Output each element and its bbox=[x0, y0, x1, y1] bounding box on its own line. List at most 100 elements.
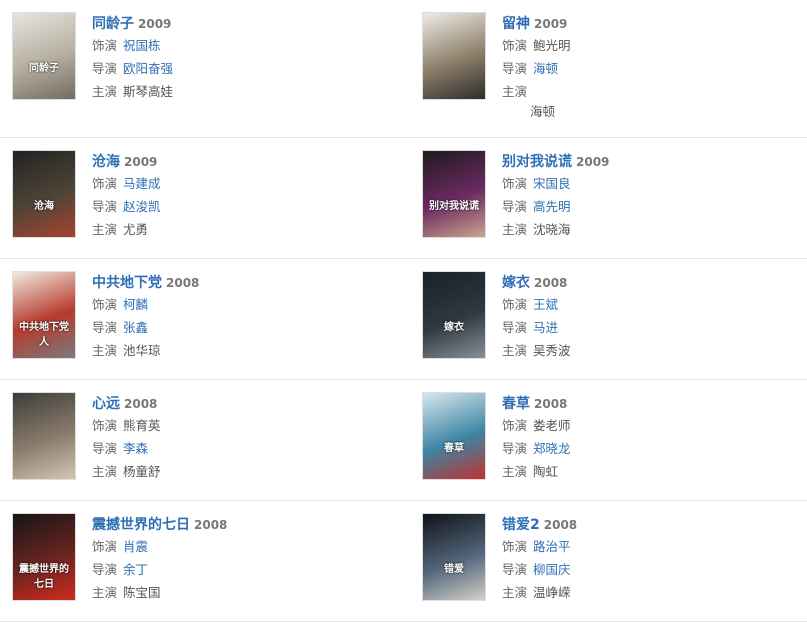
title-line: 沧海 2009 bbox=[92, 150, 392, 172]
drama-title-link[interactable]: 别对我说谎 bbox=[502, 154, 572, 170]
actor-line: 饰演 娄老师 bbox=[502, 414, 802, 437]
poster-title-text: 中共地下党人 bbox=[19, 322, 69, 348]
actor-name[interactable]: 路治平 bbox=[533, 539, 571, 554]
drama-info: 沧海 2009 饰演 马建成导演 赵浚凯主演 尤勇 bbox=[92, 150, 392, 241]
actor-name: 鲍光明 bbox=[533, 38, 571, 53]
lead-label: 主演 bbox=[502, 343, 528, 358]
poster-image[interactable]: 中共地下党人 bbox=[12, 271, 76, 359]
actor-line: 饰演 祝国栋 bbox=[92, 34, 392, 57]
title-line: 震撼世界的七日 2008 bbox=[92, 513, 392, 535]
actor-name[interactable]: 柯麟 bbox=[123, 297, 148, 312]
director-name[interactable]: 马进 bbox=[533, 320, 558, 335]
title-line: 同龄子 2009 bbox=[92, 12, 392, 34]
director-label: 导演 bbox=[92, 199, 118, 214]
drama-info: 错爱2 2008 饰演 路治平 导演 柳国庆 主演 温峥嵘 bbox=[502, 513, 802, 604]
drama-title-link[interactable]: 同龄子 bbox=[92, 16, 134, 32]
lead-line: 主演 池华琼 bbox=[92, 339, 392, 362]
lead-label: 主演 bbox=[502, 585, 528, 600]
actor-name: 熊育英 bbox=[123, 418, 161, 433]
poster-image[interactable]: 别对我说谎 bbox=[422, 150, 486, 238]
director-name[interactable]: 余丁 bbox=[123, 562, 148, 577]
drama-item: 中共地下党人 中共地下党 2008 饰演 柯麟 导演 张鑫 主演 池华琼 bbox=[12, 271, 402, 371]
drama-title-link[interactable]: 春草 bbox=[502, 396, 530, 412]
drama-item: 心远 2008 饰演 熊育英 导演 李森 主演 杨童舒 bbox=[12, 392, 402, 492]
lead-line: 主演 尤勇 bbox=[92, 218, 392, 241]
poster-image[interactable]: 震撼世界的七日 bbox=[12, 513, 76, 601]
drama-info: 春草 2008 饰演 娄老师 导演 郑晓龙 主演 陶虹 bbox=[502, 392, 802, 483]
lead-line: 主演 沈晓海 bbox=[502, 218, 802, 241]
release-year: 2009 bbox=[138, 17, 172, 31]
actor-name[interactable]: 王斌 bbox=[533, 297, 558, 312]
drama-title-link[interactable]: 错爱2 bbox=[502, 517, 540, 533]
release-year: 2009 bbox=[576, 155, 610, 169]
actor-label: 饰演 bbox=[502, 539, 528, 554]
director-line: 导演 柳国庆 bbox=[502, 558, 802, 581]
actor-name[interactable]: 马建成 bbox=[123, 176, 161, 191]
director-label: 导演 bbox=[92, 61, 118, 76]
drama-info: 中共地下党 2008 饰演 柯麟 导演 张鑫 主演 池华琼 bbox=[92, 271, 392, 362]
poster-image[interactable]: 错爱 bbox=[422, 513, 486, 601]
release-year: 2008 bbox=[166, 276, 200, 290]
lead-label: 主演 bbox=[92, 84, 118, 99]
actor-label: 饰演 bbox=[92, 418, 118, 433]
director-line: 导演 余丁 bbox=[92, 558, 392, 581]
director-line: 导演 郑晓龙 bbox=[502, 437, 802, 460]
actor-name: 娄老师 bbox=[533, 418, 571, 433]
poster-image[interactable]: 春草 bbox=[422, 392, 486, 480]
director-name[interactable]: 欧阳奋强 bbox=[123, 61, 173, 76]
release-year: 2008 bbox=[534, 276, 568, 290]
poster-image[interactable]: 嫁衣 bbox=[422, 271, 486, 359]
lead-line: 主演 陶虹 bbox=[502, 460, 802, 483]
drama-title-link[interactable]: 中共地下党 bbox=[92, 275, 162, 291]
list-row: 震撼世界的七日 震撼世界的七日 2008 饰演 肖震 导演 余丁 主演 陈宝国 错爱 错爱2 2008… bbox=[0, 501, 807, 622]
director-line: 导演 张鑫 bbox=[92, 316, 392, 339]
drama-item: 别对我说谎 别对我说谎 2009 饰演 宋国良 导演 高先明 主演 沈晓海 bbox=[422, 150, 807, 250]
lead-name: 池华琼 bbox=[123, 343, 161, 358]
drama-item: 同龄子 同龄子 2009 饰演 祝国栋 导演 欧阳奋强 主演 斯琴高娃 bbox=[12, 12, 402, 112]
drama-title-link[interactable]: 震撼世界的七日 bbox=[92, 517, 190, 533]
director-name[interactable]: 张鑫 bbox=[123, 320, 148, 335]
actor-name[interactable]: 宋国良 bbox=[533, 176, 571, 191]
release-year: 2008 bbox=[194, 518, 228, 532]
drama-item: 震撼世界的七日 震撼世界的七日 2008 饰演 肖震 导演 余丁 主演 陈宝国 bbox=[12, 513, 402, 613]
poster-image[interactable]: 同龄子 bbox=[12, 12, 76, 100]
drama-title-link[interactable]: 留神 bbox=[502, 16, 530, 32]
director-name[interactable]: 海顿 bbox=[533, 61, 558, 76]
list-row: 心远 2008 饰演 熊育英 导演 李森 主演 杨童舒 春草 春草 2008 饰演 娄老师 导演 郑晓龙 主演… bbox=[0, 380, 807, 501]
poster-image[interactable] bbox=[12, 392, 76, 480]
release-year: 2008 bbox=[124, 397, 158, 411]
drama-title-link[interactable]: 沧海 bbox=[92, 154, 120, 170]
lead-name: 温峥嵘 bbox=[533, 585, 571, 600]
director-name[interactable]: 柳国庆 bbox=[533, 562, 571, 577]
release-year: 2009 bbox=[124, 155, 158, 169]
director-name[interactable]: 赵浚凯 bbox=[123, 199, 161, 214]
director-label: 导演 bbox=[502, 441, 528, 456]
lead-name: 吴秀波 bbox=[533, 343, 571, 358]
actor-name[interactable]: 祝国栋 bbox=[123, 38, 161, 53]
actor-label: 饰演 bbox=[92, 38, 118, 53]
lead-label: 主演 bbox=[92, 222, 118, 237]
director-name[interactable]: 郑晓龙 bbox=[533, 441, 571, 456]
poster-image[interactable] bbox=[422, 12, 486, 100]
director-label: 导演 bbox=[502, 61, 528, 76]
actor-label: 饰演 bbox=[502, 38, 528, 53]
drama-title-link[interactable]: 心远 bbox=[92, 396, 120, 412]
lead-name: 杨童舒 bbox=[123, 464, 161, 479]
director-name[interactable]: 李森 bbox=[123, 441, 148, 456]
director-name[interactable]: 高先明 bbox=[533, 199, 571, 214]
drama-info: 震撼世界的七日 2008 饰演 肖震 导演 余丁 主演 陈宝国 bbox=[92, 513, 392, 604]
poster-title-text: 错爱 bbox=[444, 564, 464, 575]
lead-label: 主演 bbox=[92, 585, 118, 600]
actor-line: 饰演 马建成 bbox=[92, 172, 392, 195]
title-line: 留神 2009 bbox=[502, 12, 802, 34]
release-year: 2009 bbox=[534, 17, 568, 31]
title-line: 春草 2008 bbox=[502, 392, 802, 414]
drama-title-link[interactable]: 嫁衣 bbox=[502, 275, 530, 291]
director-line: 导演 李森 bbox=[92, 437, 392, 460]
lead-label: 主演 bbox=[502, 464, 528, 479]
actor-name[interactable]: 肖震 bbox=[123, 539, 148, 554]
poster-title-text: 震撼世界的七日 bbox=[19, 564, 69, 590]
poster-image[interactable]: 沧海 bbox=[12, 150, 76, 238]
lead-line: 主演 吴秀波 bbox=[502, 339, 802, 362]
director-line: 导演 高先明 bbox=[502, 195, 802, 218]
